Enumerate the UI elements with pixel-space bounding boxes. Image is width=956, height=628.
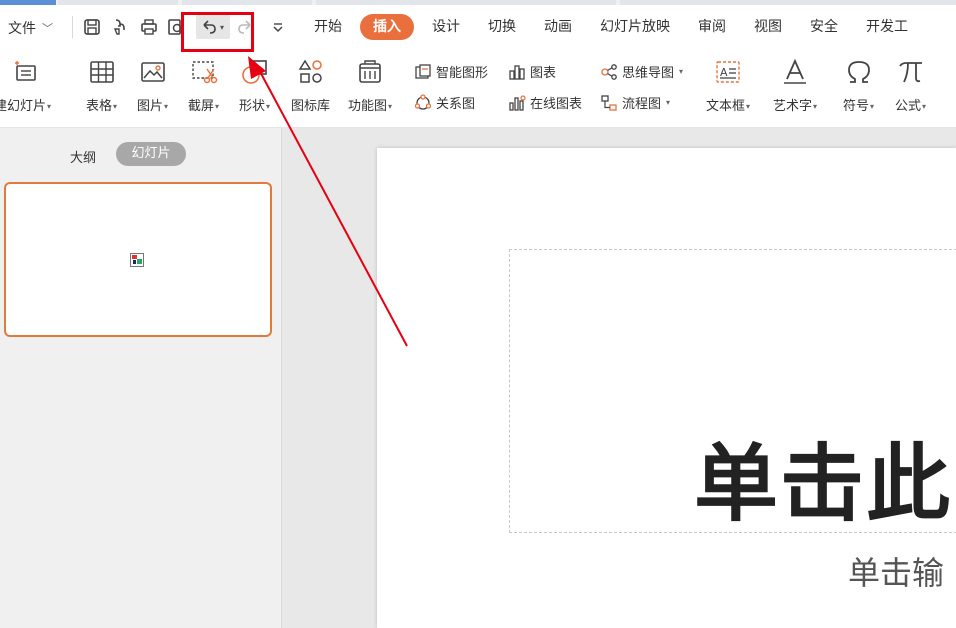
textbox-label: 文本框 (706, 99, 746, 114)
tab-insert[interactable]: 插入 (360, 14, 414, 40)
slides-tab[interactable]: 幻灯片 (116, 142, 186, 166)
save-icon[interactable] (80, 15, 104, 39)
omega-icon (844, 57, 874, 87)
new-slide-label: 建幻灯片 (0, 99, 47, 114)
slide-title: 单击此 (694, 435, 953, 533)
slide-subtitle: 单击输 (848, 554, 945, 592)
art-text-icon (780, 57, 810, 87)
chevron-down-icon: ﹀ (42, 22, 53, 35)
shape-label: 形状 (239, 99, 266, 114)
screenshot-label: 截屏 (188, 99, 215, 114)
smart-art-button[interactable]: 智能图形 (414, 62, 488, 81)
svg-text:A: A (720, 66, 728, 79)
screenshot-button[interactable]: 截屏▾ (188, 57, 219, 114)
picture-icon (138, 57, 168, 87)
symbol-label: 符号 (843, 99, 870, 114)
flowchart-label: 流程图 (622, 97, 662, 112)
table-label: 表格 (86, 99, 113, 114)
broken-image-icon (130, 252, 144, 267)
customize-toolbar-icon[interactable] (266, 15, 290, 39)
online-chart-button[interactable]: 在线图表 (508, 93, 582, 112)
divider (72, 16, 73, 38)
tab-security[interactable]: 安全 (796, 13, 852, 41)
file-menu-label: 文件 (8, 21, 36, 37)
highlight-box (181, 12, 254, 52)
file-menu[interactable]: 文件 ﹀ (8, 18, 53, 38)
new-slide-icon (8, 57, 38, 87)
relation-chart-button[interactable]: 关系图 (414, 93, 475, 112)
shape-icon (240, 57, 270, 87)
print-icon[interactable] (137, 15, 161, 39)
textbox-button[interactable]: A 文本框▾ (706, 57, 750, 114)
ribbon-tabs: 开始 插入 设计 切换 动画 幻灯片放映 审阅 视图 安全 开发工 (300, 13, 922, 41)
outline-tab[interactable]: 大纲 (70, 147, 96, 166)
tab-view[interactable]: 视图 (740, 13, 796, 41)
tab-developer[interactable]: 开发工 (852, 13, 922, 41)
mind-map-label: 思维导图 (622, 66, 675, 81)
tab-animations[interactable]: 动画 (530, 13, 586, 41)
formula-button[interactable]: 公式▾ (895, 57, 926, 114)
online-chart-icon (509, 94, 526, 111)
tab-home[interactable]: 开始 (300, 13, 356, 41)
format-painter-icon[interactable] (108, 15, 132, 39)
picture-button[interactable]: 图片▾ (137, 57, 168, 114)
scissors-icon (189, 57, 219, 87)
table-button[interactable]: 表格▾ (86, 57, 117, 114)
chart-button[interactable]: 图表 (508, 62, 556, 81)
textbox-icon: A (713, 57, 743, 87)
pi-icon (896, 57, 926, 87)
function-chart-button[interactable]: 功能图▾ (348, 57, 392, 114)
mind-map-icon (601, 63, 617, 80)
function-chart-icon (355, 57, 385, 87)
bar-chart-icon (509, 64, 525, 80)
tab-slideshow[interactable]: 幻灯片放映 (586, 13, 684, 41)
icon-library-icon (296, 57, 326, 87)
online-chart-label: 在线图表 (530, 97, 583, 112)
chart-label: 图表 (530, 66, 557, 81)
tab-design[interactable]: 设计 (418, 13, 474, 41)
smart-art-label: 智能图形 (436, 66, 489, 81)
menu-bar: 文件 ﹀ ▾ 开始 插入 设计 切换 动画 幻灯片放映 审阅 视图 安全 开发工 (0, 5, 956, 49)
function-chart-label: 功能图 (348, 99, 388, 114)
mind-map-button[interactable]: 思维导图 ▾ (600, 62, 683, 81)
symbol-button[interactable]: 符号▾ (843, 57, 874, 114)
relation-chart-label: 关系图 (436, 97, 476, 112)
relation-chart-icon (414, 93, 432, 110)
ribbon-toolbar: 建幻灯片▾ 表格▾ 图片▾ 截屏▾ 形状▾ 图标库 功能图▾ 智能图形 图表 关… (0, 49, 956, 128)
flowchart-button[interactable]: 流程图 ▾ (600, 93, 670, 112)
tab-review[interactable]: 审阅 (684, 13, 740, 41)
table-icon (87, 57, 117, 87)
new-slide-button[interactable]: 建幻灯片▾ (0, 57, 51, 114)
art-text-button[interactable]: 艺术字▾ (773, 57, 817, 114)
picture-label: 图片 (137, 99, 164, 114)
tab-transitions[interactable]: 切换 (474, 13, 530, 41)
icon-library-button[interactable]: 图标库 (291, 57, 330, 114)
flowchart-icon (601, 94, 617, 111)
icon-library-label: 图标库 (291, 99, 331, 114)
art-text-label: 艺术字 (773, 99, 813, 114)
smart-art-icon (415, 63, 431, 79)
shape-button[interactable]: 形状▾ (239, 57, 270, 114)
formula-label: 公式 (895, 99, 922, 114)
